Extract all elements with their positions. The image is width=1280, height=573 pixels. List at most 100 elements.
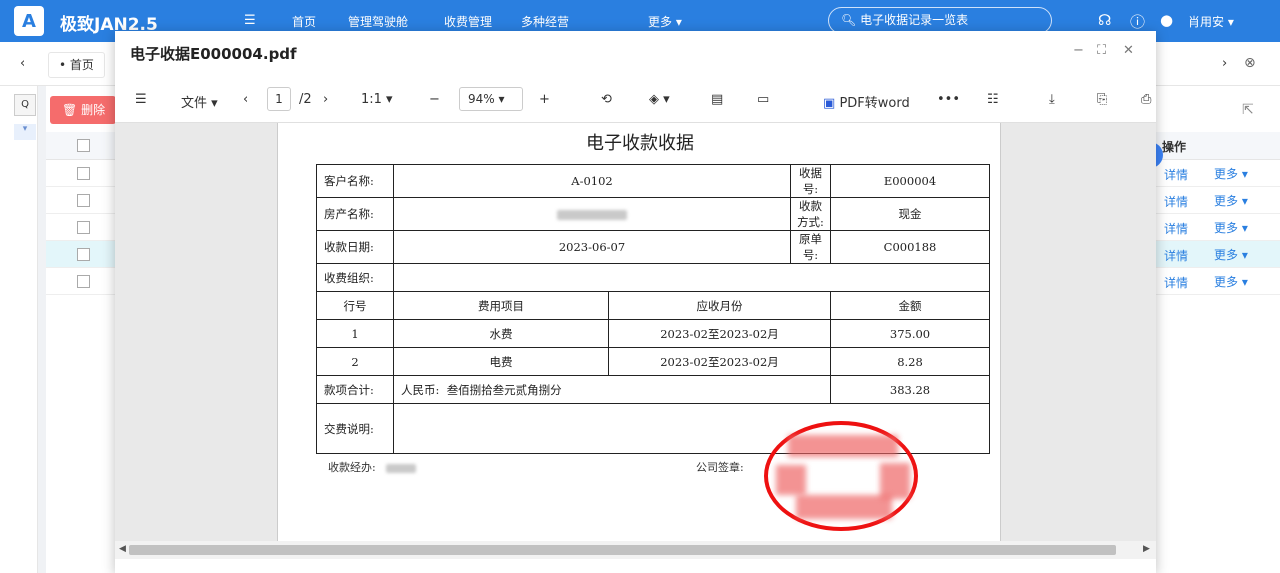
nav-item-diversified[interactable]: 多种经营 [521,13,569,30]
fit-menu[interactable]: 1:1 ▾ [361,92,393,107]
query-icon[interactable]: Q [14,94,36,116]
ops-column-header: 操作 [1162,140,1187,154]
row-checkbox[interactable] [77,248,90,261]
item-amount: 375.00 [830,319,990,348]
user-avatar-icon[interactable]: ● [1160,11,1173,29]
pdf-toolbar: ☰ 文件 ▾ ‹ 1 /2 › 1:1 ▾ − 94% ▾ + ⟲ ◈ ▾ ▤ … [115,79,1156,123]
scrollbar-thumb[interactable] [129,545,1116,555]
save-as-icon[interactable]: ⎘ [1097,92,1107,107]
item-row: 2 电费 2023-02至2023-02月 8.28 [316,347,990,376]
dialog-title: 电子收据E000004.pdf [130,45,297,63]
scroll-right-icon[interactable]: ▶ [1143,544,1150,554]
row-detail-link[interactable]: 详情 [1164,274,1188,291]
app-logo[interactable]: A [14,6,44,36]
row-checkbox[interactable] [77,167,90,180]
maximize-icon[interactable]: ⛶ [1097,43,1106,58]
col-item-header: 费用项目 [393,291,609,320]
nav-item-more[interactable]: 更多 ▾ [648,13,682,30]
pay-method-label: 收款方式: [790,197,831,231]
left-rail: Q ▾ [0,86,38,573]
zoom-out-icon[interactable]: − [429,92,440,107]
receipt-no-label: 收据号: [790,164,831,198]
pdf-preview-dialog: 电子收据E000004.pdf − ⛶ ✕ ☰ 文件 ▾ ‹ 1 /2 › 1:… [115,31,1156,573]
item-name: 电费 [393,347,609,376]
horizontal-scrollbar[interactable]: ◀ ▶ [115,541,1156,559]
user-menu[interactable]: 肖用安 ▾ [1188,13,1234,30]
file-menu[interactable]: 文件 ▾ [181,92,218,111]
customer-value: A-0102 [393,164,791,198]
orig-no-label: 原单号: [790,230,831,264]
nav-item-charge[interactable]: 收费管理 [444,13,492,30]
item-line: 2 [316,347,394,376]
row-checkbox[interactable] [77,221,90,234]
receipt-title: 电子收款收据 [586,133,694,154]
close-all-tabs-icon[interactable]: ⊗ [1244,55,1256,71]
receipt-table: 客户名称: A-0102 收据号: E000004 房产名称: 收款方式: 现金… [316,164,990,454]
next-page-icon[interactable]: › [323,92,328,107]
item-name: 水费 [393,319,609,348]
search-input[interactable]: 电子收据记录一览表 [860,13,968,27]
col-amount-header: 金额 [830,291,990,320]
row-more-menu[interactable]: 更多 ▾ [1214,219,1248,236]
customer-label: 客户名称: [316,164,394,198]
tab-scroll-right-icon[interactable]: › [1222,56,1227,71]
property-label: 房产名称: [316,197,394,231]
prev-page-icon[interactable]: ‹ [243,92,248,107]
export-icon[interactable]: ⇱ [1242,102,1254,118]
row-more-menu[interactable]: 更多 ▾ [1214,165,1248,182]
more-options-icon[interactable]: ••• [937,92,960,107]
row-more-menu[interactable]: 更多 ▾ [1214,192,1248,209]
global-search[interactable]: 🔍︎ 电子收据记录一览表 [828,7,1052,34]
menu-grid-icon[interactable]: ☰ [244,13,256,28]
pay-method-value: 现金 [830,197,990,231]
headset-icon[interactable]: ☊ [1098,11,1111,29]
item-amount: 8.28 [830,347,990,376]
date-label: 收款日期: [316,230,394,264]
col-month-header: 应收月份 [608,291,831,320]
row-more-menu[interactable]: 更多 ▾ [1214,246,1248,263]
row-detail-link[interactable]: 详情 [1164,166,1188,183]
highlight-fill-icon[interactable]: ◈ ▾ [649,92,670,107]
nav-item-home[interactable]: 首页 [292,13,316,30]
tab-scroll-left-icon[interactable]: ‹ [20,56,25,71]
date-value: 2023-06-07 [393,230,791,264]
page-total: /2 [299,92,312,107]
delete-button[interactable]: 🗑 删除 [50,96,116,124]
download-icon[interactable]: ⤓ [1049,92,1055,107]
sidebar-toggle-icon[interactable]: ☰ [135,92,147,107]
help-icon[interactable]: ⓘ [1130,11,1145,32]
pdf-to-word-button[interactable]: ▣ PDF转word [823,92,910,111]
item-month: 2023-02至2023-02月 [608,319,831,348]
item-line: 1 [316,319,394,348]
row-detail-link[interactable]: 详情 [1164,193,1188,210]
row-more-menu[interactable]: 更多 ▾ [1214,273,1248,290]
total-label: 款项合计: [316,375,394,404]
tab-home[interactable]: • 首页 [48,52,105,78]
close-icon[interactable]: ✕ [1123,43,1134,58]
row-checkbox[interactable] [77,194,90,207]
pdf-viewport[interactable]: 电子收款收据 客户名称: A-0102 收据号: E000004 房产名称: 收… [115,123,1156,541]
total-amount: 383.28 [830,375,990,404]
row-detail-link[interactable]: 详情 [1164,247,1188,264]
zoom-in-icon[interactable]: + [539,92,550,107]
item-month: 2023-02至2023-02月 [608,347,831,376]
select-all-checkbox[interactable] [77,139,90,152]
row-detail-link[interactable]: 详情 [1164,220,1188,237]
search-text-icon[interactable]: ☷ [987,92,999,107]
minimize-icon[interactable]: − [1073,43,1084,58]
scroll-left-icon[interactable]: ◀ [119,544,126,554]
page-number-input[interactable]: 1 [267,87,291,111]
print-icon[interactable]: ⎙ [1141,92,1151,107]
zoom-select[interactable]: 94% ▾ [459,87,523,111]
row-checkbox[interactable] [77,275,90,288]
org-value [393,263,990,292]
comment-icon[interactable]: ▭ [757,92,769,107]
nav-item-cockpit[interactable]: 管理驾驶舱 [348,13,408,30]
pdf-page: 电子收款收据 客户名称: A-0102 收据号: E000004 房产名称: 收… [277,123,1001,541]
total-words: 人民币: 叁佰捌拾叁元贰角捌分 [393,375,831,404]
collapse-chevron-icon[interactable]: ▾ [14,124,36,140]
document-icon[interactable]: ▤ [711,92,723,107]
rotate-icon[interactable]: ⟲ [601,92,612,107]
orig-no-value: C000188 [830,230,990,264]
company-seal-stamp [764,421,918,531]
